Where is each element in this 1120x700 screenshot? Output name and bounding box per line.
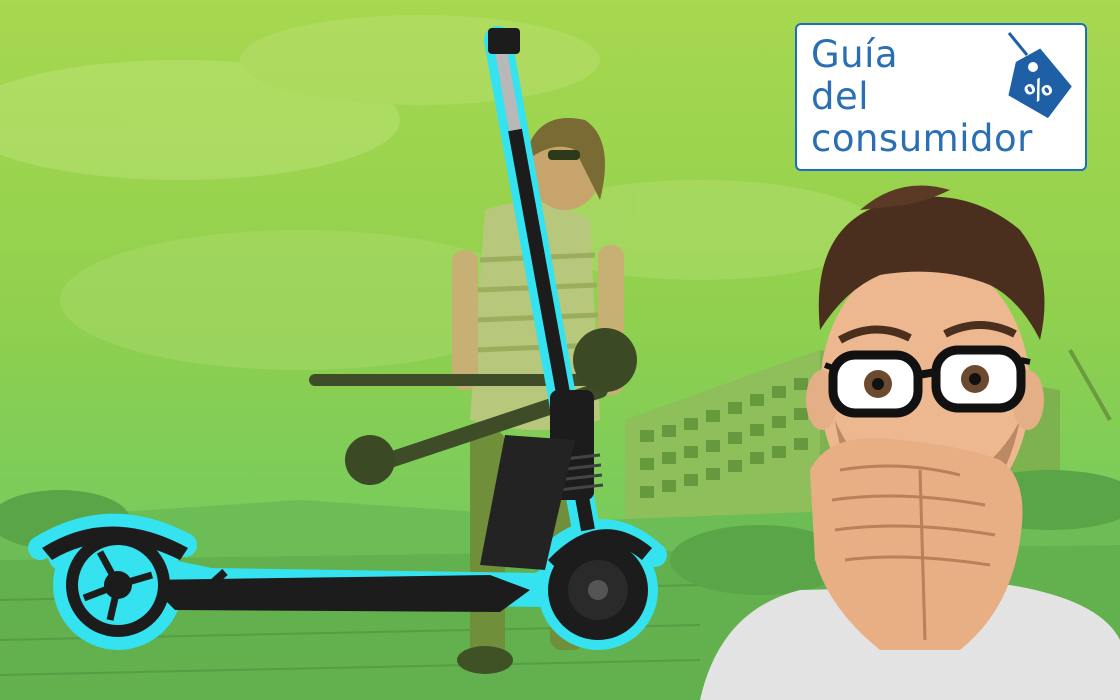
logo-line-1: Guía: [811, 33, 899, 76]
price-tag-percent-icon: %: [1007, 32, 1072, 119]
logo-line-2: del: [811, 75, 870, 118]
clouds: [0, 15, 880, 370]
hero-image: Guía del consumidor %: [0, 0, 1120, 700]
guia-del-consumidor-logo: Guía del consumidor %: [795, 23, 1087, 171]
